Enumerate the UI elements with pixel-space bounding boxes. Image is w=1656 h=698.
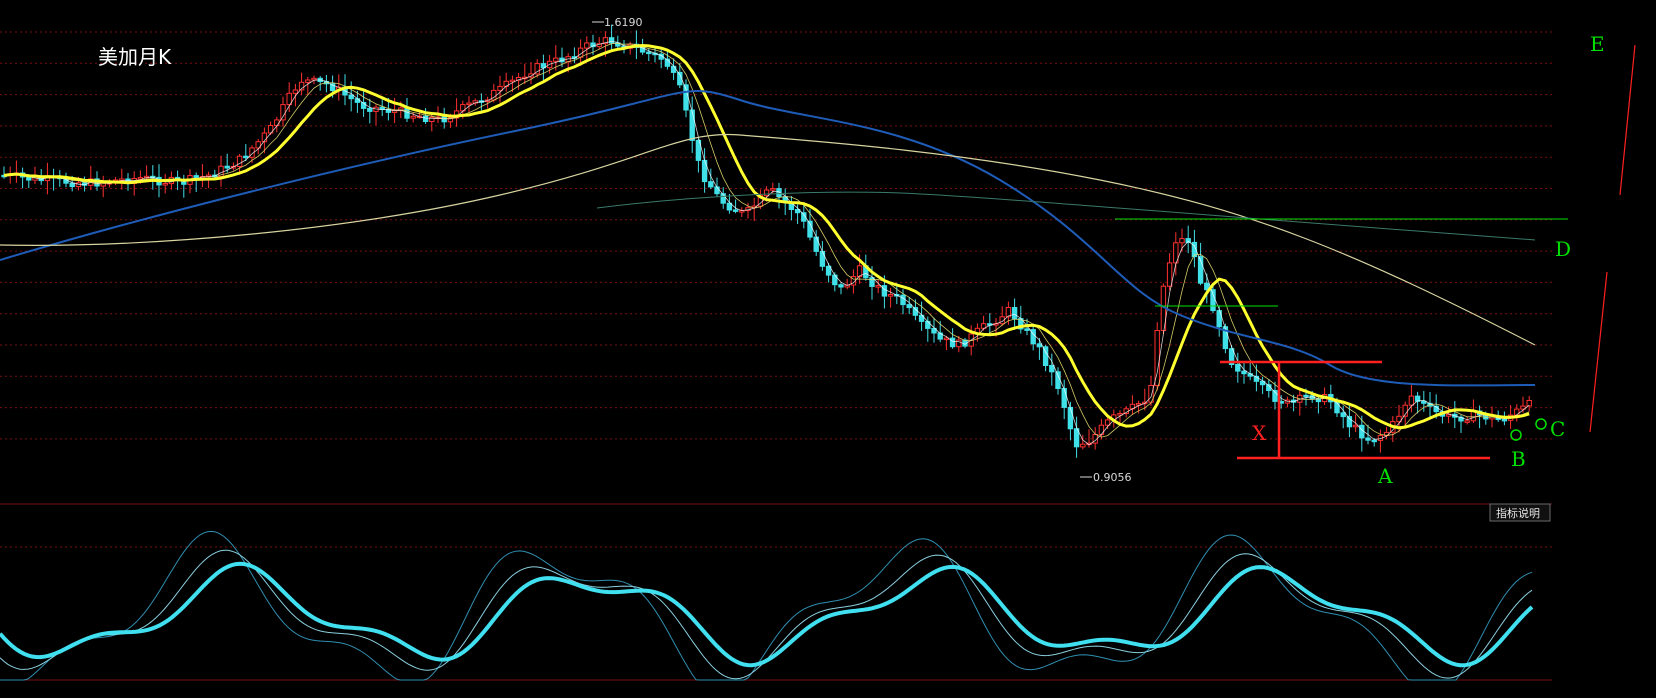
candle-body xyxy=(819,250,826,267)
candle-body xyxy=(422,115,429,122)
candle-body xyxy=(1024,328,1030,331)
candle-body xyxy=(1340,412,1346,418)
candle-body xyxy=(670,65,677,73)
candle-body xyxy=(466,102,472,106)
candle-body xyxy=(881,285,888,297)
candle-body xyxy=(162,183,168,186)
annotation-e: E xyxy=(1590,32,1605,56)
annotation-x: X xyxy=(1252,421,1267,445)
low-price-label: 0.9056 xyxy=(1093,471,1132,484)
candle-body xyxy=(1235,364,1241,372)
high-price-label: 1.6190 xyxy=(604,16,643,29)
candle-body xyxy=(1303,394,1309,398)
candle-body xyxy=(311,77,317,81)
candle-body xyxy=(708,181,714,188)
candle-body xyxy=(906,304,912,309)
candle-body xyxy=(348,94,354,100)
annotation-a: A xyxy=(1377,464,1393,488)
candle-body xyxy=(26,176,32,181)
candle-body xyxy=(509,79,516,83)
candle-body xyxy=(1055,371,1061,389)
candle-body xyxy=(1061,388,1067,408)
candle-body xyxy=(1514,408,1520,416)
candle-body xyxy=(1421,400,1427,404)
candle-body xyxy=(329,83,336,92)
candle-body xyxy=(1408,395,1415,406)
candle-body xyxy=(1315,398,1322,403)
candle-body xyxy=(354,98,361,103)
candle-body xyxy=(224,165,230,169)
candle-body xyxy=(1526,400,1532,407)
candle-body xyxy=(274,119,280,127)
candle-body xyxy=(1464,420,1470,423)
candle-body xyxy=(732,209,739,212)
candle-body xyxy=(763,189,770,197)
candle-body xyxy=(193,175,199,179)
candle-body xyxy=(1241,370,1247,375)
candle-body xyxy=(949,337,956,348)
candle-body xyxy=(280,104,286,121)
candle-body xyxy=(1352,424,1359,428)
annotation-d: D xyxy=(1555,237,1571,261)
candle-body xyxy=(553,57,559,62)
candle-body xyxy=(1036,343,1043,348)
candle-body xyxy=(1067,406,1074,430)
candle-body xyxy=(646,51,652,55)
candle-body xyxy=(875,285,881,288)
candle-body xyxy=(236,155,243,167)
candle-body xyxy=(441,116,447,123)
candle-body xyxy=(305,79,311,83)
candle-body xyxy=(925,320,931,329)
chart-background xyxy=(0,0,1656,698)
candle-body xyxy=(292,89,299,94)
candle-body xyxy=(367,107,373,112)
candle-body xyxy=(1179,238,1185,244)
annotation-c: C xyxy=(1550,417,1565,441)
candle-body xyxy=(584,42,590,49)
candle-body xyxy=(900,294,906,306)
indicator-info-label: 指标说明 xyxy=(1496,506,1540,520)
candle-body xyxy=(689,109,695,141)
candle-body xyxy=(813,236,819,252)
annotation-b: B xyxy=(1511,447,1526,471)
chart-root: 美加月K 1.6190 0.9056 E D C B A X 指标说明 xyxy=(0,0,1656,698)
candle-body xyxy=(410,115,416,119)
candle-body xyxy=(956,339,962,348)
chart-title: 美加月K xyxy=(98,45,172,69)
candle-body xyxy=(1210,289,1216,312)
candle-body xyxy=(887,294,894,297)
candle-body xyxy=(770,188,776,191)
candle-body xyxy=(1371,439,1377,443)
candle-body xyxy=(1011,307,1018,320)
candle-body xyxy=(1501,418,1508,422)
candle-body xyxy=(869,277,875,287)
candle-body xyxy=(1365,437,1371,441)
candle-body xyxy=(497,85,503,91)
candle-body xyxy=(1098,424,1105,436)
candle-body xyxy=(243,155,249,159)
candle-body xyxy=(1166,262,1173,287)
indicator-info-button[interactable]: 指标说明 xyxy=(1489,503,1551,522)
candle-body xyxy=(1080,443,1086,448)
candle-body xyxy=(1049,365,1055,373)
candle-body xyxy=(838,284,844,288)
candle-body xyxy=(69,182,75,188)
